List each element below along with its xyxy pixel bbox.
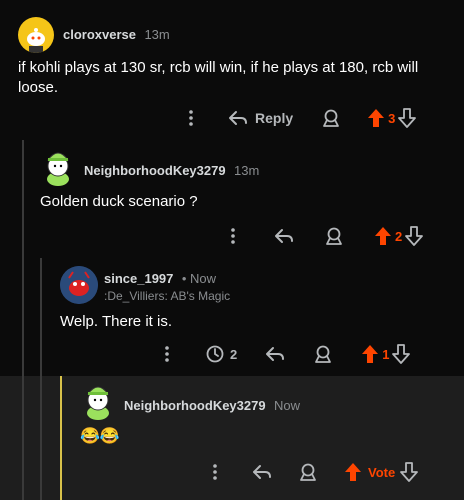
- thread-line: [22, 376, 24, 500]
- avatar[interactable]: [60, 266, 98, 304]
- award-icon[interactable]: [313, 344, 333, 364]
- reply-label: Reply: [255, 110, 294, 126]
- vote-count: 2: [395, 228, 403, 244]
- clock-award-icon: [206, 345, 224, 363]
- downvote-icon[interactable]: [392, 344, 411, 364]
- character-avatar-icon: [87, 386, 109, 420]
- active-thread-line: [60, 376, 62, 500]
- upvote-icon[interactable]: [374, 226, 392, 246]
- comment-body: 😂😂: [80, 428, 120, 445]
- timestamp: 13m: [144, 27, 170, 42]
- comment-body: Welp. There it is.: [60, 313, 172, 330]
- downvote-icon[interactable]: [400, 462, 419, 482]
- comment-body: if kohli plays at 130 sr, rcb will win, …: [18, 59, 419, 96]
- thread-line: [40, 376, 42, 500]
- upvote-icon[interactable]: [344, 462, 362, 482]
- reply-icon[interactable]: [274, 227, 294, 245]
- vote-label: Vote: [368, 464, 396, 480]
- character-avatar-icon: [60, 266, 98, 304]
- avatar[interactable]: [40, 144, 76, 186]
- more-options-icon[interactable]: [204, 464, 226, 480]
- username[interactable]: NeighborhoodKey3279: [84, 163, 226, 178]
- awards-count: 2: [230, 346, 238, 362]
- more-options-icon[interactable]: [180, 110, 202, 126]
- user-flair: :De_Villiers: AB's Magic: [104, 289, 231, 303]
- avatar[interactable]: [80, 378, 116, 420]
- username[interactable]: cloroxverse: [63, 27, 136, 42]
- timestamp: • Now: [181, 271, 217, 286]
- upvote-icon[interactable]: [361, 344, 379, 364]
- reply-button[interactable]: Reply: [228, 109, 293, 127]
- downvote-icon[interactable]: [405, 226, 424, 246]
- downvote-icon[interactable]: [398, 108, 417, 128]
- vote-count: 1: [382, 346, 390, 362]
- avatar[interactable]: [18, 17, 54, 53]
- username[interactable]: NeighborhoodKey3279: [124, 398, 266, 413]
- reply-icon: [229, 111, 247, 125]
- more-options-icon[interactable]: [156, 346, 178, 362]
- timestamp: Now: [274, 398, 301, 413]
- snoo-avatar-icon: [27, 28, 45, 53]
- reply-icon[interactable]: [265, 345, 285, 363]
- timestamp: 13m: [234, 163, 260, 178]
- award-icon[interactable]: [324, 226, 344, 246]
- comment-body: Golden duck scenario ?: [40, 193, 198, 210]
- award-icon[interactable]: [321, 108, 341, 128]
- reply-icon[interactable]: [252, 463, 272, 481]
- more-options-icon[interactable]: [222, 228, 244, 244]
- awards-button[interactable]: 2: [206, 345, 237, 363]
- vote-count: 3: [388, 110, 396, 126]
- award-icon[interactable]: [298, 462, 318, 482]
- character-avatar-icon: [47, 152, 69, 186]
- username[interactable]: since_1997: [104, 271, 173, 286]
- upvote-icon[interactable]: [367, 108, 385, 128]
